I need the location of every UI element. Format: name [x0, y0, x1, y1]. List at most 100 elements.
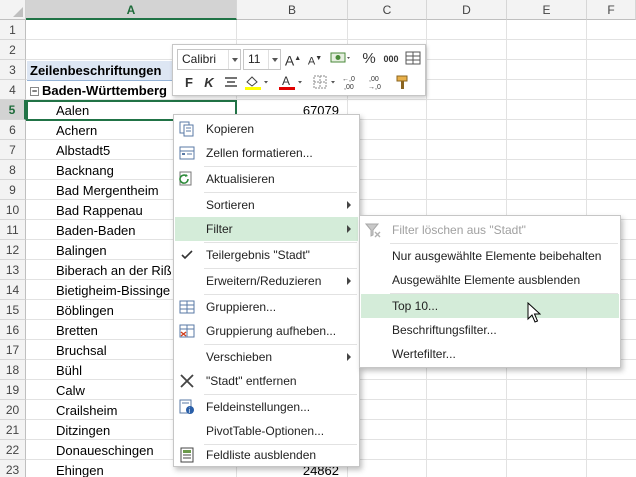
format-table-button[interactable]: [403, 49, 423, 69]
select-all-corner[interactable]: [0, 0, 26, 20]
borders-icon: [313, 75, 335, 89]
font-color-button[interactable]: A: [277, 73, 305, 93]
submenu-item-hide-selected[interactable]: Ausgewählte Elemente ausblenden: [361, 268, 619, 292]
group-label: Baden-Württemberg: [42, 83, 167, 98]
submenu-item-value-filter[interactable]: Wertefilter...: [361, 342, 619, 366]
menu-item-ungroup[interactable]: Gruppierung aufheben...: [175, 319, 358, 343]
menu-item-hide-field-list[interactable]: Feldliste ausblenden: [175, 443, 358, 467]
column-header-f[interactable]: F: [587, 0, 636, 20]
menu-item-format-cells[interactable]: Zellen formatieren...: [175, 141, 358, 165]
submenu-item-keep-selected[interactable]: Nur ausgewählte Elemente beibehalten: [361, 244, 619, 268]
menu-item-label: Teilergebnis "Stadt": [206, 248, 310, 262]
row-header[interactable]: 21: [0, 420, 26, 440]
column-header-b[interactable]: B: [237, 0, 348, 20]
row-header[interactable]: 9: [0, 180, 26, 200]
mini-toolbar: Calibri 11 A▲ A▼ % 000 F K A ←,0,00 ,00 →…: [172, 44, 426, 96]
menu-item-subtotal[interactable]: Teilergebnis "Stadt": [175, 243, 358, 267]
menu-item-filter[interactable]: Filter: [175, 217, 358, 241]
menu-item-move[interactable]: Verschieben: [175, 345, 358, 369]
align-center-icon: [225, 77, 237, 87]
row-header[interactable]: 11: [0, 220, 26, 240]
menu-item-label: Gruppierung aufheben...: [206, 324, 337, 338]
row-header[interactable]: 20: [0, 400, 26, 420]
menu-item-sort[interactable]: Sortieren: [175, 193, 358, 217]
collapse-icon[interactable]: −: [30, 87, 39, 96]
menu-item-refresh[interactable]: Aktualisieren: [175, 167, 358, 191]
row-header[interactable]: 5: [0, 100, 26, 120]
thousands-separator-button[interactable]: 000: [381, 49, 401, 69]
row-header[interactable]: 22: [0, 440, 26, 460]
row-header[interactable]: 10: [0, 200, 26, 220]
menu-item-group[interactable]: Gruppieren...: [175, 295, 358, 319]
grow-font-button[interactable]: A▲: [283, 49, 303, 69]
fill-color-button[interactable]: [243, 73, 271, 93]
column-header-c[interactable]: C: [348, 0, 427, 20]
borders-button[interactable]: [311, 73, 339, 93]
decrease-decimal-button[interactable]: ,00 →,0: [367, 73, 391, 93]
submenu-item-label: Ausgewählte Elemente ausblenden: [392, 273, 581, 287]
row-header[interactable]: 3: [0, 60, 26, 80]
submenu-arrow-icon: [347, 201, 351, 209]
font-color-icon: A: [279, 74, 302, 90]
menu-item-label: Kopieren: [206, 122, 255, 136]
row-header[interactable]: 7: [0, 140, 26, 160]
menu-item-label: Feldeinstellungen...: [206, 400, 311, 414]
menu-item-label: "Stadt" entfernen: [206, 374, 297, 388]
row-header[interactable]: 1: [0, 20, 26, 40]
font-size-combo[interactable]: 11: [243, 49, 281, 70]
menu-item-field-settings[interactable]: i Feldeinstellungen...: [175, 395, 358, 419]
svg-text:,00: ,00: [344, 84, 354, 91]
increase-decimal-button[interactable]: ←,0,00: [341, 73, 365, 93]
increase-decimal-icon: ←,0,00: [342, 76, 355, 91]
clear-filter-icon: [365, 223, 381, 238]
font-name-combo[interactable]: Calibri: [177, 49, 241, 70]
column-header-d[interactable]: D: [427, 0, 507, 20]
number-format-button[interactable]: [327, 49, 353, 69]
column-header-a[interactable]: A: [26, 0, 237, 20]
menu-item-pivottable-options[interactable]: PivotTable-Optionen...: [175, 419, 358, 443]
row-header[interactable]: 16: [0, 320, 26, 340]
chevron-down-icon[interactable]: [228, 50, 240, 69]
menu-item-label: Erweitern/Reduzieren: [206, 274, 322, 288]
group-icon: [179, 300, 195, 314]
context-menu: Kopieren Zellen formatieren... Aktualisi…: [173, 114, 360, 467]
row-header[interactable]: 15: [0, 300, 26, 320]
submenu-item-clear-filter[interactable]: Filter löschen aus "Stadt": [361, 218, 619, 242]
format-cells-icon: [179, 146, 195, 160]
row-header[interactable]: 18: [0, 360, 26, 380]
row-header[interactable]: 2: [0, 40, 26, 60]
menu-item-label: Sortieren: [206, 198, 255, 212]
row-header[interactable]: 4: [0, 80, 26, 100]
submenu-item-label: Filter löschen aus "Stadt": [392, 223, 526, 237]
row-header[interactable]: 19: [0, 380, 26, 400]
ungroup-icon: [179, 324, 195, 338]
menu-item-remove-field[interactable]: "Stadt" entfernen: [175, 369, 358, 393]
chevron-down-icon[interactable]: [268, 50, 280, 69]
row-header[interactable]: 6: [0, 120, 26, 140]
shrink-font-button[interactable]: A▼: [305, 49, 325, 69]
row-header[interactable]: 13: [0, 260, 26, 280]
checkmark-icon: [181, 250, 193, 260]
menu-item-expand-collapse[interactable]: Erweitern/Reduzieren: [175, 269, 358, 293]
menu-item-label: PivotTable-Optionen...: [206, 424, 325, 438]
italic-button[interactable]: K: [199, 73, 219, 93]
row-header[interactable]: 12: [0, 240, 26, 260]
row-header[interactable]: 17: [0, 340, 26, 360]
format-painter-button[interactable]: [393, 73, 413, 93]
format-painter-icon: [396, 75, 408, 89]
field-settings-icon: i: [179, 399, 194, 415]
percent-style-button[interactable]: %: [359, 49, 379, 69]
submenu-item-label-filter[interactable]: Beschriftungsfilter...: [361, 318, 619, 342]
row-header[interactable]: 8: [0, 160, 26, 180]
bold-button[interactable]: F: [179, 73, 199, 93]
row-header[interactable]: 14: [0, 280, 26, 300]
menu-item-copy[interactable]: Kopieren: [175, 117, 358, 141]
row-header[interactable]: 23: [0, 460, 26, 477]
svg-text:A: A: [282, 74, 290, 88]
align-center-button[interactable]: [221, 73, 241, 93]
submenu-arrow-icon: [347, 353, 351, 361]
column-header-e[interactable]: E: [507, 0, 587, 20]
filter-submenu: Filter löschen aus "Stadt" Nur ausgewähl…: [359, 215, 621, 368]
font-size-value: 11: [248, 52, 261, 66]
submenu-item-top-10[interactable]: Top 10...: [361, 294, 619, 318]
